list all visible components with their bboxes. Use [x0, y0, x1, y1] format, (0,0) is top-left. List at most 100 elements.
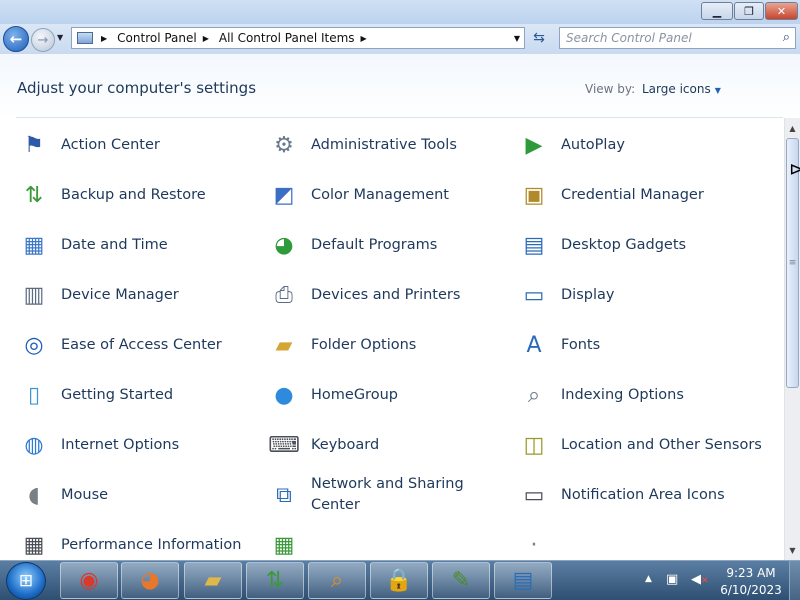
control-panel-item[interactable]: ⚑ Action Center	[17, 123, 257, 167]
control-panel-item[interactable]: ▯ Getting Started	[17, 373, 257, 417]
taskbar-app-button[interactable]: ▰	[184, 562, 242, 599]
address-bar[interactable]: ▶ Control Panel ▶ All Control Panel Item…	[71, 27, 525, 49]
default-programs-icon: ◕	[274, 232, 294, 258]
control-panel-item[interactable]: A Fonts	[517, 323, 767, 367]
refresh-button[interactable]: ⇆	[527, 27, 551, 49]
volume-muted-icon[interactable]: ◀✕	[691, 572, 709, 587]
close-button[interactable]: ✕	[765, 2, 798, 20]
taskbar-app-button[interactable]: ⇅	[246, 562, 304, 599]
credential-manager-icon: ▣	[523, 182, 545, 208]
control-panel-item[interactable]: ▰ Folder Options	[267, 323, 507, 367]
back-button[interactable]: ←	[3, 26, 29, 52]
control-panel-icon: ▤	[512, 568, 534, 593]
control-panel-item[interactable]: ⚙ Administrative Tools	[267, 123, 507, 167]
folder-options-icon: ▰	[275, 332, 293, 358]
scroll-down-button[interactable]: ▼	[785, 542, 800, 558]
taskbar-app-button[interactable]: ◕	[121, 562, 179, 599]
control-panel-item[interactable]: ·	[517, 523, 767, 560]
control-panel-item[interactable]: ◕ Default Programs	[267, 223, 507, 267]
control-panel-item-label: HomeGroup	[311, 386, 398, 403]
chrome-icon: ◉	[79, 568, 99, 593]
control-panel-item-label: Fonts	[561, 336, 601, 353]
control-panel-item[interactable]: ⧉ Network and Sharing Center	[267, 473, 507, 517]
file-explorer-icon: ▰	[204, 568, 222, 593]
control-panel-item[interactable]: ▦ Date and Time	[17, 223, 257, 267]
search-input[interactable]: Search Control Panel ⌕	[559, 27, 796, 49]
control-panel-item[interactable]: ▣ Credential Manager	[517, 173, 767, 217]
network-icon: ⧉	[276, 482, 292, 508]
search-tool-icon: ⌕	[330, 568, 344, 593]
control-panel-items: ⚑ Action Center ⚙ Administrative Tools ▶ Auto…	[0, 118, 784, 560]
autoplay-icon: ▶	[525, 132, 543, 158]
recent-pages-button[interactable]: ▼	[57, 33, 63, 42]
taskbar-app-button[interactable]: ▤	[494, 562, 552, 599]
control-panel-item[interactable]: ▦	[267, 523, 507, 560]
lock-icon: 🔒	[385, 568, 413, 593]
control-panel-item-label: Folder Options	[311, 336, 417, 353]
firefox-icon: ◕	[140, 568, 160, 593]
control-panel-item-label: Backup and Restore	[61, 186, 206, 203]
control-panel-item-label: Mouse	[61, 486, 109, 503]
show-desktop-button[interactable]	[789, 561, 800, 600]
control-panel-item[interactable]: ◖ Mouse	[17, 473, 257, 517]
control-panel-item[interactable]: ⌨ Keyboard	[267, 423, 507, 467]
control-panel-item[interactable]: ▭ Notification Area Icons	[517, 473, 767, 517]
forward-button[interactable]: →	[31, 28, 55, 52]
taskbar-app-button[interactable]: ✎	[432, 562, 490, 599]
control-panel-item[interactable]: ◩ Color Management	[267, 173, 507, 217]
control-panel-item[interactable]: ▭ Display	[517, 273, 767, 317]
minimize-button[interactable]: ▁	[701, 2, 733, 20]
control-panel-item-label: Ease of Access Center	[61, 336, 222, 353]
personalization-icon: ▦	[273, 532, 295, 558]
color-management-icon: ◩	[273, 182, 295, 208]
mouse-icon: ◖	[28, 482, 40, 508]
breadcrumb-separator-icon[interactable]: ▶	[203, 34, 209, 43]
control-panel-item-label: Indexing Options	[561, 386, 684, 403]
taskbar-app-button[interactable]: ◉	[60, 562, 118, 599]
control-panel-item-label: Keyboard	[311, 436, 380, 453]
page-title: Adjust your computer's settings	[17, 79, 257, 97]
control-panel-item[interactable]: ◫ Location and Other Sensors	[517, 423, 767, 467]
fonts-icon: A	[526, 332, 542, 358]
taskbar-app-button[interactable]: ⌕	[308, 562, 366, 599]
address-dropdown-icon[interactable]: ▼	[514, 34, 520, 43]
breadcrumb-separator-icon[interactable]: ▶	[101, 34, 107, 43]
control-panel-item[interactable]: ◍ Internet Options	[17, 423, 257, 467]
breadcrumb-separator-icon[interactable]: ▶	[361, 34, 367, 43]
breadcrumb-control-panel[interactable]: Control Panel	[117, 31, 197, 45]
taskbar-app-button[interactable]: 🔒	[370, 562, 428, 599]
clock-time[interactable]: 9:23 AM	[716, 566, 786, 580]
maximize-button[interactable]: ❐	[734, 2, 764, 20]
clock-date[interactable]: 6/10/2023	[716, 583, 786, 597]
control-panel-item[interactable]: ▤ Desktop Gadgets	[517, 223, 767, 267]
control-panel-item[interactable]: ▶ AutoPlay	[517, 123, 767, 167]
view-by-dropdown[interactable]: Large icons ▼	[642, 82, 721, 96]
device-manager-icon: ▥	[23, 282, 45, 308]
control-panel-item[interactable]: ◎ Ease of Access Center	[17, 323, 257, 367]
view-by-value: Large icons	[642, 82, 711, 96]
vertical-scrollbar[interactable]: ▲ ≡ ▼	[784, 118, 800, 560]
search-placeholder: Search Control Panel	[566, 31, 692, 45]
monitor-icon: ▭	[523, 282, 545, 308]
control-panel-item[interactable]: ▥ Device Manager	[17, 273, 257, 317]
sensors-icon: ◫	[523, 432, 545, 458]
admin-tools-icon: ⚙	[274, 132, 294, 158]
control-panel-item[interactable]: ⌕ Indexing Options	[517, 373, 767, 417]
search-icon[interactable]: ⌕	[783, 30, 790, 45]
network-tray-icon[interactable]: ▣	[666, 572, 678, 587]
refresh-icon: ⇆	[533, 30, 545, 46]
breadcrumb-all-items[interactable]: All Control Panel Items	[219, 31, 355, 45]
chevron-down-icon: ▼	[57, 33, 64, 42]
network-drive-icon: ⇅	[265, 568, 285, 593]
calendar-clock-icon: ▦	[23, 232, 45, 258]
control-panel-item-label: Default Programs	[311, 236, 438, 253]
control-panel-item[interactable]: ⇅ Backup and Restore	[17, 173, 257, 217]
control-panel-item[interactable]: ● HomeGroup	[267, 373, 507, 417]
control-panel-item[interactable]: ⎙ Devices and Printers	[267, 273, 507, 317]
show-hidden-icons-button[interactable]: ▲	[645, 574, 652, 584]
start-button[interactable]: ⊞	[6, 562, 46, 600]
control-panel-item[interactable]: ▦ Performance Information	[17, 523, 257, 560]
ease-of-access-icon: ◎	[24, 332, 44, 358]
scroll-up-button[interactable]: ▲	[785, 120, 800, 136]
control-panel-item-label: Network and Sharing Center	[311, 476, 464, 513]
